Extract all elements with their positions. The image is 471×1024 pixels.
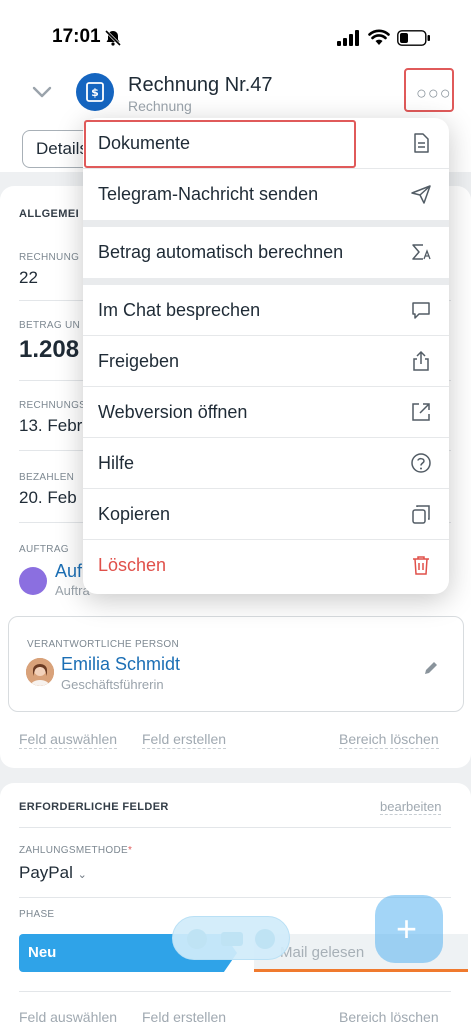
chat-icon <box>412 302 430 319</box>
add-button[interactable]: + <box>375 895 443 963</box>
field-value-due-date[interactable]: 20. Feb <box>19 488 77 508</box>
invoice-icon: $ <box>76 73 114 111</box>
svg-text:$: $ <box>91 86 99 99</box>
bell-off-icon <box>104 29 122 47</box>
wifi-icon <box>368 29 390 45</box>
status-time: 17:01 <box>52 26 101 47</box>
more-options-button[interactable]: ○○○ <box>404 68 454 112</box>
edit-link[interactable]: bearbeiten <box>380 799 442 815</box>
tab-details[interactable]: Details <box>22 130 92 168</box>
plus-icon: + <box>396 908 418 949</box>
field-label-order: AUFTRAG <box>19 544 69 555</box>
order-link[interactable]: Auf <box>55 561 82 582</box>
payment-method-select[interactable]: PayPal ⌄ <box>19 863 87 883</box>
person-name[interactable]: Emilia Schmidt <box>61 654 180 675</box>
order-avatar <box>19 567 47 595</box>
field-label-payment-method: ZAHLUNGSMETHODE* <box>19 845 132 856</box>
field-label-invoice-date: RECHNUNGS <box>19 400 87 411</box>
document-icon <box>414 133 429 153</box>
chat-bubble-icon[interactable] <box>255 929 275 949</box>
menu-item-telegram[interactable]: Telegram-Nachricht senden <box>83 169 449 220</box>
menu-item-label: Hilfe <box>98 453 135 473</box>
page-subtitle: Rechnung <box>128 98 192 114</box>
menu-item-label: Freigeben <box>98 351 180 371</box>
menu-item-label: Telegram-Nachricht senden <box>98 184 319 204</box>
menu-item-web-version[interactable]: Webversion öffnen <box>83 387 449 438</box>
menu-item-help[interactable]: Hilfe <box>83 438 449 489</box>
menu-item-label: Löschen <box>98 555 167 575</box>
chevron-down-icon[interactable] <box>30 82 54 102</box>
battery-icon <box>397 30 430 46</box>
avatar <box>26 658 54 686</box>
share-icon <box>413 350 429 371</box>
menu-item-label: Webversion öffnen <box>98 402 248 422</box>
menu-item-label: Kopieren <box>98 504 171 524</box>
chevron-down-icon: ⌄ <box>77 869 87 881</box>
external-link-icon <box>412 403 430 421</box>
menu-separator <box>83 220 449 227</box>
select-field-link-2[interactable]: Feld auswählen <box>19 1009 117 1024</box>
divider <box>19 827 451 828</box>
copy-icon <box>412 505 430 524</box>
payment-value: PayPal <box>19 863 73 882</box>
menu-item-chat[interactable]: Im Chat besprechen <box>83 285 449 336</box>
clear-section-link[interactable]: Bereich löschen <box>339 731 439 749</box>
create-field-link[interactable]: Feld erstellen <box>142 731 227 749</box>
section-title-general: ALLGEMEI <box>19 208 80 220</box>
field-value-amount[interactable]: 1.208 <box>19 336 79 364</box>
menu-item-auto-calculate[interactable]: Betrag automatisch berechnen <box>83 227 449 278</box>
documents-highlight-box <box>84 120 356 168</box>
sum-icon <box>412 244 431 260</box>
more-dots-icon: ○○○ <box>416 83 452 103</box>
menu-separator <box>83 278 449 285</box>
select-field-link[interactable]: Feld auswählen <box>19 731 118 749</box>
responsible-person-field[interactable]: VERANTWORTLICHE PERSON Emilia Schmidt Ge… <box>8 616 464 712</box>
menu-item-label: Im Chat besprechen <box>98 300 261 320</box>
clear-section-link-2[interactable]: Bereich löschen <box>339 1009 439 1024</box>
trash-icon <box>413 556 429 575</box>
communication-bar[interactable] <box>172 916 290 960</box>
field-label-due-date: BEZAHLEN <box>19 472 75 483</box>
signal-icon <box>337 30 359 46</box>
divider <box>19 991 451 992</box>
phone-icon[interactable] <box>187 929 207 949</box>
person-role: Geschäftsführerin <box>61 677 164 692</box>
menu-item-share[interactable]: Freigeben <box>83 336 449 387</box>
field-label-amount: BETRAG UN <box>19 320 81 331</box>
menu-item-copy[interactable]: Kopieren <box>83 489 449 540</box>
field-label-phase: PHASE <box>19 909 55 920</box>
page-title: Rechnung Nr.47 <box>128 74 273 96</box>
person-label: VERANTWORTLICHE PERSON <box>27 639 179 650</box>
field-value-invoice-date[interactable]: 13. Febr <box>19 416 82 436</box>
field-label-invoice-number: RECHNUNG <box>19 252 80 263</box>
pencil-icon[interactable] <box>422 659 440 677</box>
field-value-invoice-number[interactable]: 22 <box>19 268 38 288</box>
send-icon <box>411 185 431 204</box>
menu-item-label: Betrag automatisch berechnen <box>98 242 344 262</box>
menu-item-delete[interactable]: Löschen <box>83 540 449 591</box>
help-icon <box>411 453 431 473</box>
context-menu: Dokumente Telegram-Nachricht senden Betr… <box>83 118 449 594</box>
required-star: * <box>127 845 133 856</box>
section-title-required: ERFORDERLICHE FELDER <box>19 801 169 813</box>
mail-icon[interactable] <box>221 932 243 946</box>
create-field-link-2[interactable]: Feld erstellen <box>142 1009 226 1024</box>
status-bar: 17:01 <box>0 0 471 62</box>
payment-label-text: ZAHLUNGSMETHODE <box>19 845 128 856</box>
